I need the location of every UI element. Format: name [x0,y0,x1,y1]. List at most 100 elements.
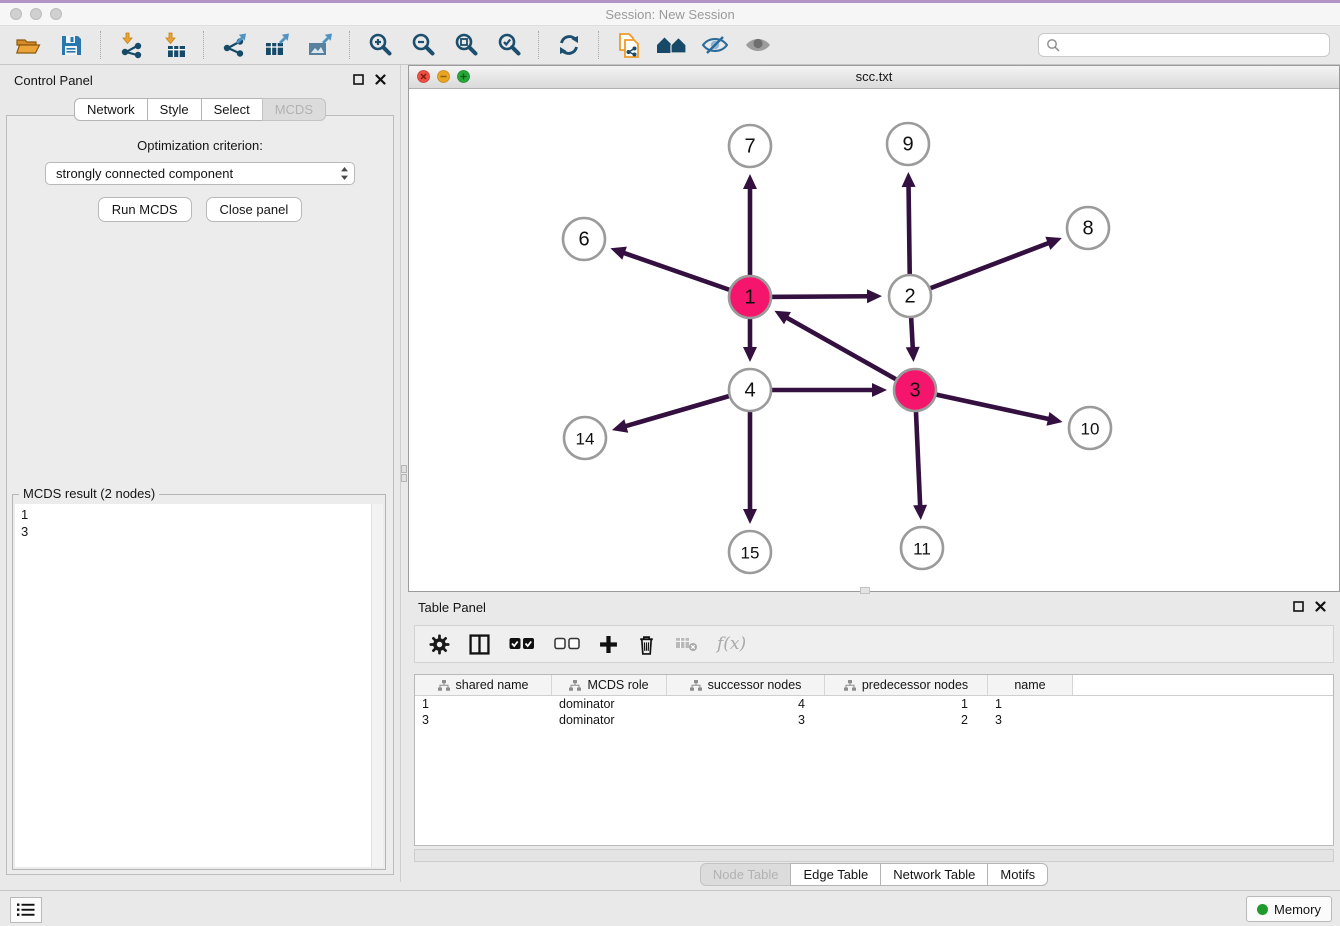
table-horizontal-scrollbar[interactable] [414,849,1334,862]
control-panel-tabs: NetworkStyleSelectMCDS [0,98,400,121]
tab-network-table[interactable]: Network Table [880,863,988,886]
horizontal-splitter-grip[interactable] [860,587,870,594]
add-column-icon[interactable] [599,635,618,654]
column-header-name[interactable]: name [988,675,1073,695]
show-networks-overview-button[interactable] [654,29,690,61]
toggle-graphics-details-button[interactable] [697,29,733,61]
birdseye-view-button[interactable] [740,29,776,61]
column-header-successor-nodes[interactable]: successor nodes [667,675,825,695]
close-table-panel-icon[interactable] [1315,601,1326,612]
toolbar-separator [203,31,205,59]
memory-label: Memory [1274,902,1321,917]
zoom-in-button[interactable] [362,29,398,61]
mcds-result-text[interactable]: 1 3 [15,504,372,867]
graph-node-14[interactable]: 14 [564,417,606,459]
table-row[interactable]: 1dominator411 [415,696,1333,712]
import-network-button[interactable] [113,29,149,61]
search-field[interactable] [1038,33,1330,57]
titlebar: Session: New Session [0,3,1340,26]
graph-node-10[interactable]: 10 [1069,407,1111,449]
table-header-row: shared nameMCDS rolesuccessor nodesprede… [415,675,1333,696]
graph-node-8[interactable]: 8 [1067,207,1109,249]
maximize-network-icon[interactable] [457,70,470,83]
graph-node-label: 11 [913,540,931,559]
deselect-all-icon[interactable] [554,637,580,651]
float-table-panel-icon[interactable] [1293,601,1304,612]
table-row[interactable]: 3dominator323 [415,712,1333,728]
toolbar-separator [598,31,600,59]
splitter-grip[interactable] [401,464,407,484]
graph-edge-2-8[interactable] [910,242,1051,296]
table-panel: Table Panel f(x) shared nameMCDS rolesuc… [408,594,1340,888]
tab-edge-table[interactable]: Edge Table [790,863,881,886]
delete-column-icon[interactable] [637,634,656,655]
table-cell: 1 [825,697,988,711]
column-header-mcds-role[interactable]: MCDS role [552,675,667,695]
settings-gear-icon[interactable] [429,634,450,655]
graph-node-label: 3 [909,380,920,402]
refresh-view-button[interactable] [551,29,587,61]
minimize-network-icon[interactable] [437,70,450,83]
zoom-out-button[interactable] [405,29,441,61]
graph-node-11[interactable]: 11 [901,527,943,569]
column-header-shared-name[interactable]: shared name [415,675,552,695]
sort-tree-icon [690,680,702,691]
search-input[interactable] [1065,37,1322,54]
table-cell: 1 [415,697,552,711]
sort-tree-icon [438,680,450,691]
zoom-selected-button[interactable] [491,29,527,61]
graph-node-15[interactable]: 15 [729,531,771,573]
tab-node-table[interactable]: Node Table [700,863,792,886]
graph-node-7[interactable]: 7 [729,125,771,167]
graph-node-1[interactable]: 1 [729,276,771,318]
zoom-selected-icon [496,32,522,58]
task-history-button[interactable] [10,897,42,923]
network-window-titlebar[interactable]: scc.txt [409,66,1339,89]
run-mcds-button[interactable]: Run MCDS [98,197,192,222]
tab-motifs[interactable]: Motifs [987,863,1048,886]
toolbar-separator [349,31,351,59]
tab-mcds[interactable]: MCDS [262,98,326,121]
criterion-select[interactable]: strongly connected component [45,162,355,185]
graph-edge-arrowhead [906,347,920,362]
graph-node-6[interactable]: 6 [563,218,605,260]
network-canvas[interactable]: 1 2 3 4 6 7 8 9 10 11 14 15 [409,88,1339,591]
open-file-button[interactable] [10,29,46,61]
export-table-button[interactable] [259,29,295,61]
graph-node-4[interactable]: 4 [729,369,771,411]
export-network-icon [221,32,248,59]
tab-network[interactable]: Network [74,98,148,121]
export-image-icon [306,32,334,59]
close-panel-button[interactable]: Close panel [206,197,303,222]
tab-select[interactable]: Select [201,98,263,121]
tab-style[interactable]: Style [147,98,202,121]
zoom-fit-button[interactable] [448,29,484,61]
export-network-button[interactable] [216,29,252,61]
graph-node-2[interactable]: 2 [889,275,931,317]
table-cell: 3 [667,713,825,727]
memory-button[interactable]: Memory [1246,896,1332,922]
close-network-icon[interactable] [417,70,430,83]
export-image-button[interactable] [302,29,338,61]
graph-node-label: 15 [741,544,760,563]
close-panel-icon[interactable] [375,74,386,85]
graph-node-3[interactable]: 3 [894,369,936,411]
column-header-predecessor-nodes[interactable]: predecessor nodes [825,675,988,695]
select-all-icon[interactable] [509,637,535,651]
result-scrollbar[interactable] [371,504,383,867]
graph-edge-3-1[interactable] [785,317,915,390]
save-session-button[interactable] [53,29,89,61]
graph-edge-arrowhead [743,174,757,189]
node-table: shared nameMCDS rolesuccessor nodesprede… [414,674,1334,846]
eye-slash-icon [701,34,729,56]
import-table-button[interactable] [156,29,192,61]
graph-edge-arrowhead [902,172,916,187]
table-panel-tabs: Node TableEdge TableNetwork TableMotifs [408,862,1340,886]
graph-node-9[interactable]: 9 [887,123,929,165]
float-panel-icon[interactable] [353,74,364,85]
clone-network-button[interactable] [611,29,647,61]
column-view-icon[interactable] [469,634,490,655]
memory-status-dot [1257,904,1268,915]
function-builder-icon-disabled: f(x) [717,634,746,654]
graph-edge-arrowhead [743,509,757,524]
